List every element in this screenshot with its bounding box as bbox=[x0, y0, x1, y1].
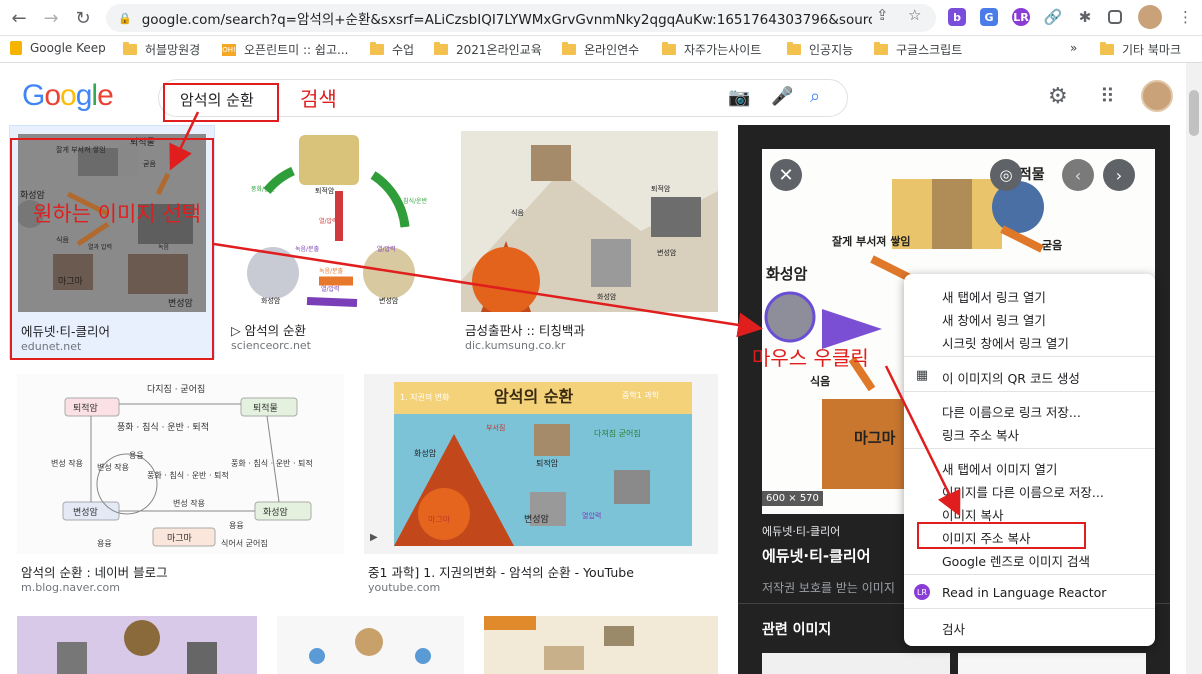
arrow-image-to-preview bbox=[213, 242, 763, 338]
annotation-arrows bbox=[169, 111, 961, 517]
screen: ← → ↻ 🔒 google.com/search?q=암석의+순환&sxsrf… bbox=[0, 0, 1202, 674]
arrow-to-copy-address bbox=[884, 365, 961, 517]
arrow-search-to-image bbox=[169, 111, 200, 171]
